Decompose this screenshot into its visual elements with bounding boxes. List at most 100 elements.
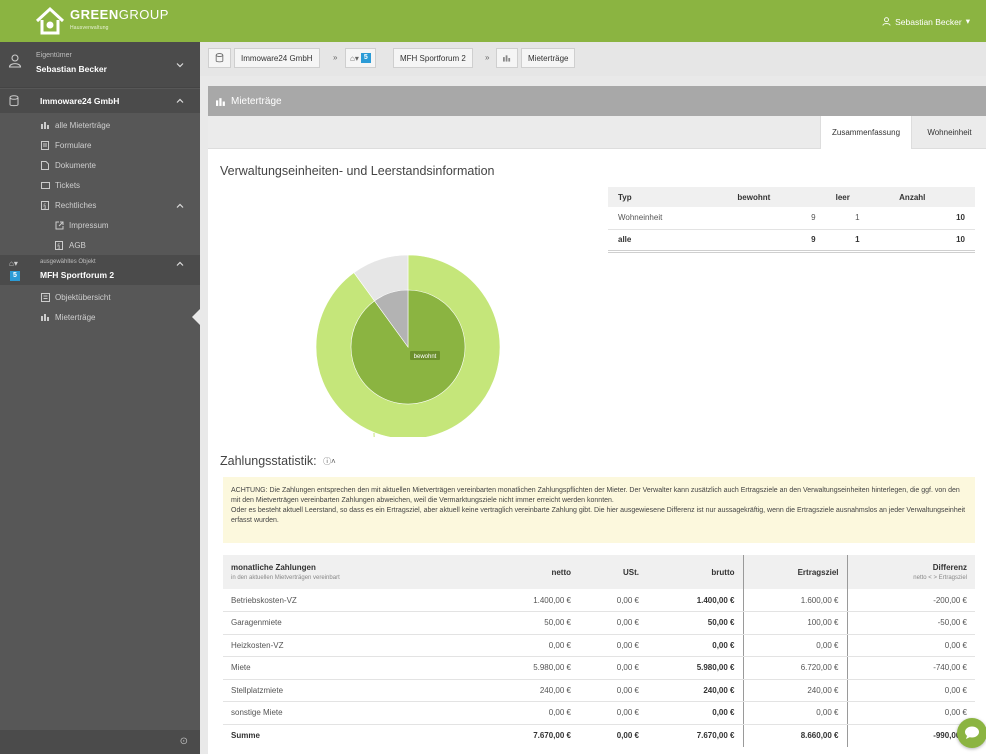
chat-bubble-icon	[965, 726, 979, 739]
table-cell: 0,00 €	[579, 723, 647, 747]
logo-text-group: GROUP	[118, 6, 169, 22]
column-header: USt.	[579, 555, 647, 589]
collapse-icon[interactable]: ⊙	[180, 736, 188, 747]
table-cell: 9	[727, 207, 826, 230]
table-cell: Garagenmiete	[223, 611, 487, 635]
sidebar-item-objektuebersicht[interactable]: Objektübersicht	[0, 287, 200, 307]
table-header-row: Typ bewohnt leer Anzahl	[608, 187, 975, 207]
breadcrumb-company[interactable]: Immoware24 GmbH	[234, 48, 320, 68]
svg-text:§: §	[43, 202, 46, 209]
breadcrumb-home[interactable]	[208, 48, 231, 68]
main-panel: Mieterträge Zusammenfassung Wohneinheit …	[208, 86, 986, 754]
sidebar-selected-object[interactable]: ⌂▾ 5 ausgewähltes Objekt MFH Sportforum …	[0, 255, 200, 285]
table-cell: 1.400,00 €	[647, 589, 743, 612]
bar-chart-icon	[40, 120, 50, 130]
table-cell: 0,00 €	[647, 701, 743, 725]
table-cell: Heizkosten-VZ	[223, 634, 487, 657]
object-label: ausgewähltes Objekt	[40, 259, 96, 265]
table-cell: 0,00 €	[579, 679, 647, 702]
logo-text-green: GREEN	[70, 6, 119, 22]
section-title-zahlungsstatistik: Zahlungsstatistik: ⓘ˄	[220, 454, 336, 468]
house-logo-icon	[35, 6, 65, 35]
svg-text:§: §	[57, 242, 60, 249]
table-cell: 10	[889, 207, 975, 230]
sidebar-item-impressum[interactable]: Impressum	[0, 215, 200, 235]
table-cell: 50,00 €	[647, 611, 743, 635]
table-cell: sonstige Miete	[223, 701, 487, 725]
table-cell: 0,00 €	[647, 634, 743, 657]
database-icon	[9, 95, 19, 107]
bar-chart-icon	[40, 312, 50, 322]
table-cell: 240,00 €	[742, 679, 847, 702]
breadcrumb: Immoware24 GmbH » ⌂▾ 5 MFH Sportforum 2 …	[200, 42, 986, 76]
sidebar-item-label: AGB	[69, 240, 86, 250]
home-icon[interactable]: ⌂▾	[9, 259, 18, 268]
sidebar-company[interactable]: Immoware24 GmbH	[0, 89, 200, 113]
sidebar-item-tickets[interactable]: Tickets	[0, 175, 200, 195]
owner-label: Eigentümer	[36, 52, 72, 59]
panel-header: Mieterträge	[208, 86, 986, 116]
column-header-diff: Differenz netto < > Ertragsziel	[846, 555, 975, 589]
table-cell: 0,00 €	[487, 701, 579, 725]
notice-box: ACHTUNG: Die Zahlungen entsprechen den m…	[223, 477, 975, 543]
chevron-up-icon[interactable]	[176, 260, 184, 268]
sidebar-owner[interactable]: Eigentümer Sebastian Becker	[0, 42, 200, 88]
company-name: Immoware24 GmbH	[40, 96, 120, 106]
tab-bar: Zusammenfassung Wohneinheit	[208, 116, 986, 149]
sidebar-item-rechtliches[interactable]: § Rechtliches	[0, 195, 200, 215]
table-cell: 240,00 €	[487, 679, 579, 702]
sidebar-item-agb[interactable]: § AGB	[0, 235, 200, 255]
chat-button[interactable]	[957, 718, 986, 748]
column-subheader: netto < > Ertragsziel	[913, 575, 967, 581]
svg-text:bewohnt: bewohnt	[414, 354, 437, 360]
user-menu[interactable]: Sebastian Becker ▾	[882, 16, 970, 27]
notice-text-2: Oder es besteht aktuell Leerstand, so da…	[231, 507, 966, 524]
table-cell: 7.670,00 €	[647, 723, 743, 747]
user-icon	[882, 17, 891, 26]
tab-zusammenfassung[interactable]: Zusammenfassung	[820, 116, 912, 149]
sidebar-footer: ⊙	[0, 730, 200, 754]
table-cell: 0,00 €	[579, 611, 647, 635]
breadcrumb-object-switch[interactable]: ⌂▾ 5	[345, 48, 376, 68]
table-cell: 1	[825, 228, 890, 253]
table-row: Betriebskosten-VZ 1.400,00 €0,00 €1.400,0…	[223, 589, 975, 612]
chevron-down-icon[interactable]	[176, 61, 184, 69]
breadcrumb-object[interactable]: MFH Sportforum 2	[393, 48, 473, 68]
breadcrumb-page[interactable]: Mieterträge	[521, 48, 576, 68]
user-name: Sebastian Becker	[895, 16, 962, 27]
object-badge: 5	[360, 53, 371, 63]
logo[interactable]: GREENGROUP Hausverwaltung	[34, 5, 169, 37]
sidebar-item-formulare[interactable]: Formulare	[0, 135, 200, 155]
sidebar-item-dokumente[interactable]: Dokumente	[0, 155, 200, 175]
form-icon	[40, 140, 50, 150]
top-bar: GREENGROUP Hausverwaltung Sebastian Beck…	[0, 0, 986, 42]
table-cell: 0,00 €	[846, 701, 975, 725]
table-cell: 0,00 €	[846, 679, 975, 702]
table-cell: Wohneinheit	[608, 207, 728, 230]
table-total-row: alle 9 1 10	[608, 228, 975, 253]
section-title-text: Zahlungsstatistik:	[220, 454, 317, 468]
section-title-leerstand: Verwaltungseinheiten- und Leerstandsinfo…	[220, 164, 495, 178]
table-cell: 0,00 €	[579, 634, 647, 657]
table-cell: Miete	[223, 656, 487, 680]
sidebar-item-alle-mietertraege[interactable]: alle Mieterträge	[0, 115, 200, 135]
chevron-up-icon[interactable]	[176, 97, 184, 105]
tab-wohneinheit[interactable]: Wohneinheit	[913, 116, 986, 149]
table-cell: 240,00 €	[647, 679, 743, 702]
table-cell: 1.400,00 €	[487, 589, 579, 612]
table-cell: -200,00 €	[846, 589, 975, 612]
home-icon: ⌂▾	[350, 53, 359, 63]
table-cell: 9	[727, 228, 826, 253]
ticket-icon	[40, 180, 50, 190]
table-cell: Summe	[223, 723, 487, 747]
table-cell: 0,00 €	[579, 589, 647, 612]
sidebar-item-mietertraege[interactable]: Mieterträge	[0, 307, 200, 327]
table-row: Miete 5.980,00 €0,00 €5.980,00 €6.720,00 …	[223, 656, 975, 680]
table-cell: 0,00 €	[579, 656, 647, 680]
info-toggle-icon[interactable]: ⓘ˄	[323, 456, 336, 467]
caret-down-icon: ▾	[965, 16, 970, 26]
breadcrumb-page-icon[interactable]	[496, 48, 518, 68]
chevron-up-icon[interactable]	[176, 202, 184, 210]
table-cell: 50,00 €	[487, 611, 579, 635]
table-cell: 5.980,00 €	[647, 656, 743, 680]
